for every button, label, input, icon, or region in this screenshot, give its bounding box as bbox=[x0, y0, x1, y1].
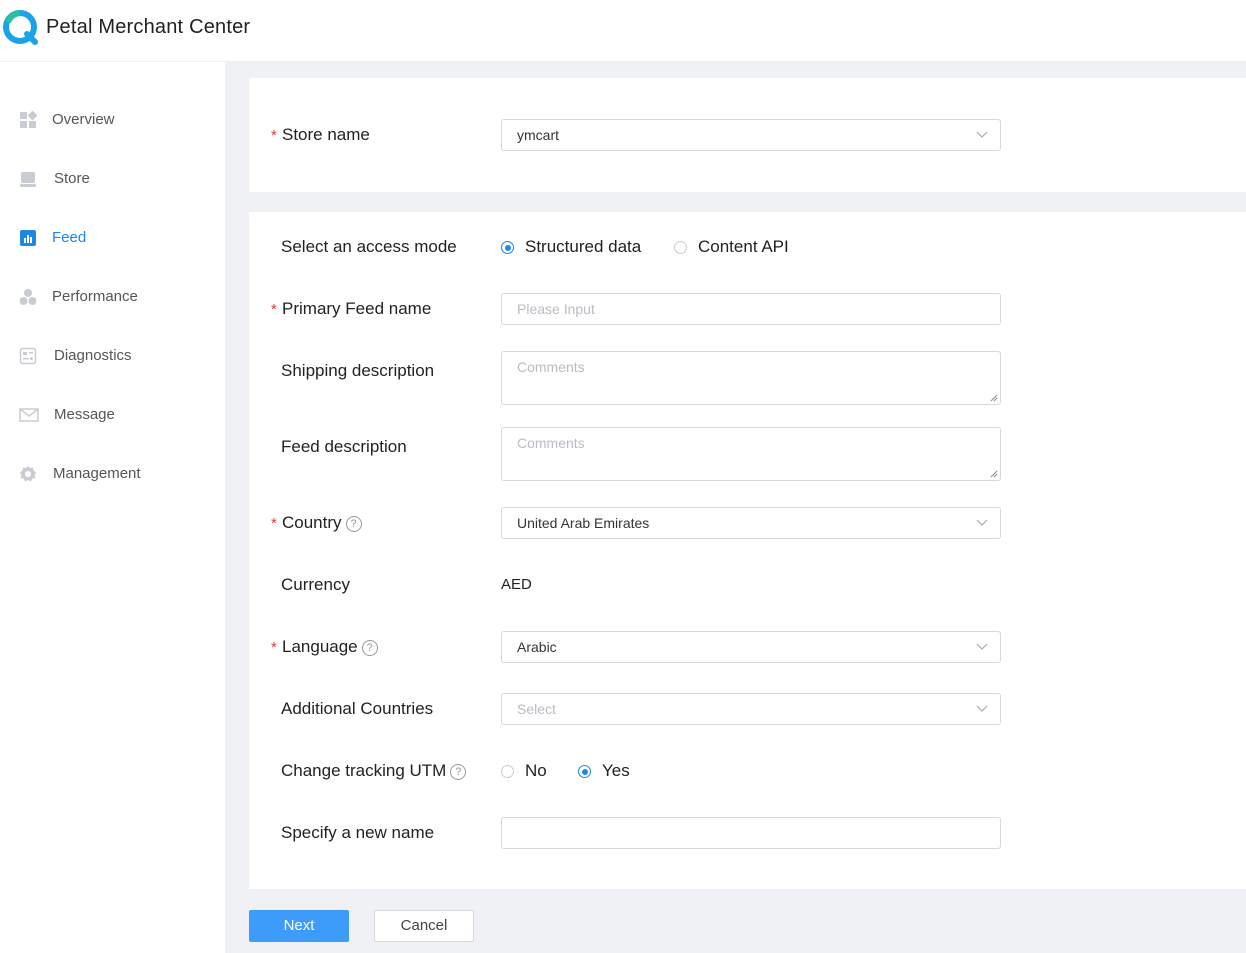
sidebar-item-feed[interactable]: Feed bbox=[0, 218, 225, 258]
store-icon bbox=[20, 172, 36, 187]
new-name-label: Specify a new name bbox=[281, 823, 435, 842]
sidebar-item-management[interactable]: Management bbox=[0, 454, 225, 494]
chevron-down-icon bbox=[976, 131, 988, 138]
radio-structured-data-label[interactable]: Structured data bbox=[525, 237, 641, 257]
diagnostics-icon bbox=[19, 347, 37, 365]
shipping-description-label: Shipping description bbox=[281, 361, 435, 380]
sidebar-item-label: Performance bbox=[52, 288, 138, 305]
primary-feed-placeholder: Please Input bbox=[517, 301, 595, 317]
primary-feed-label: Primary Feed name bbox=[282, 299, 432, 318]
language-value: Arabic bbox=[517, 639, 557, 655]
feed-description-placeholder: Comments bbox=[517, 435, 585, 451]
chevron-down-icon bbox=[976, 643, 988, 650]
store-name-select[interactable]: ymcart bbox=[501, 119, 1001, 151]
radio-structured-data[interactable] bbox=[501, 241, 514, 254]
mail-icon bbox=[19, 408, 39, 422]
sidebar-item-label: Feed bbox=[52, 229, 87, 246]
country-select[interactable]: United Arab Emirates bbox=[501, 507, 1001, 539]
feed-description-label: Feed description bbox=[281, 437, 407, 456]
utm-label: Change tracking UTM bbox=[281, 761, 447, 780]
store-name-value: ymcart bbox=[517, 127, 559, 143]
feed-form-card: Select an access mode Structured data Co… bbox=[249, 212, 1246, 889]
sidebar-item-label: Message bbox=[54, 406, 115, 423]
feed-description-textarea[interactable]: Comments bbox=[501, 427, 1001, 481]
shipping-description-textarea[interactable]: Comments bbox=[501, 351, 1001, 405]
country-label-wrap: Country? bbox=[282, 513, 362, 533]
radio-content-api-label[interactable]: Content API bbox=[698, 237, 789, 257]
new-name-input[interactable] bbox=[501, 817, 1001, 849]
resize-grip-icon[interactable] bbox=[990, 394, 998, 402]
language-label: Language bbox=[282, 637, 358, 656]
dashboard-icon bbox=[20, 111, 37, 128]
utm-label-wrap: Change tracking UTM? bbox=[281, 761, 467, 781]
sidebar-item-performance[interactable]: Performance bbox=[0, 277, 225, 317]
next-button[interactable]: Next bbox=[249, 910, 349, 942]
access-mode-label: Select an access mode bbox=[281, 237, 457, 256]
sidebar-item-store[interactable]: Store bbox=[0, 159, 225, 199]
chevron-down-icon bbox=[976, 519, 988, 526]
feed-chart-icon bbox=[20, 230, 36, 246]
radio-utm-yes-label[interactable]: Yes bbox=[602, 761, 630, 781]
currency-label: Currency bbox=[281, 575, 350, 594]
currency-value: AED bbox=[501, 576, 532, 593]
help-icon[interactable]: ? bbox=[361, 640, 378, 656]
chevron-down-icon bbox=[976, 705, 988, 712]
performance-icon bbox=[19, 289, 37, 305]
help-icon[interactable]: ? bbox=[345, 516, 362, 532]
store-name-label: Store name bbox=[282, 125, 370, 144]
gear-icon bbox=[20, 466, 36, 482]
sidebar-item-label: Store bbox=[54, 170, 90, 187]
additional-countries-select[interactable]: Select bbox=[501, 693, 1001, 725]
language-label-wrap: Language? bbox=[282, 637, 378, 657]
radio-content-api[interactable] bbox=[674, 241, 687, 254]
required-mark: * bbox=[271, 301, 277, 318]
sidebar: Overview Store Feed Performance Diagnost… bbox=[0, 62, 225, 953]
sidebar-item-overview[interactable]: Overview bbox=[0, 100, 225, 140]
language-select[interactable]: Arabic bbox=[501, 631, 1001, 663]
country-value: United Arab Emirates bbox=[517, 515, 650, 531]
additional-countries-label: Additional Countries bbox=[281, 699, 434, 718]
additional-countries-placeholder: Select bbox=[517, 701, 556, 717]
radio-utm-yes[interactable] bbox=[578, 765, 591, 778]
sidebar-item-label: Management bbox=[53, 465, 141, 482]
required-mark: * bbox=[271, 515, 277, 532]
sidebar-item-diagnostics[interactable]: Diagnostics bbox=[0, 336, 225, 376]
help-icon[interactable]: ? bbox=[450, 764, 467, 780]
required-mark: * bbox=[271, 639, 277, 656]
resize-grip-icon[interactable] bbox=[990, 470, 998, 478]
sidebar-item-label: Overview bbox=[52, 111, 115, 128]
sidebar-item-label: Diagnostics bbox=[54, 347, 132, 364]
radio-utm-no-label[interactable]: No bbox=[525, 761, 547, 781]
petal-logo-icon bbox=[3, 10, 38, 45]
primary-feed-input[interactable]: Please Input bbox=[501, 293, 1001, 325]
shipping-placeholder: Comments bbox=[517, 359, 585, 375]
required-mark: * bbox=[271, 127, 277, 144]
store-card: * Store name ymcart bbox=[249, 78, 1246, 192]
country-label: Country bbox=[282, 513, 342, 532]
top-bar: Petal Merchant Center bbox=[0, 0, 1246, 62]
cancel-button[interactable]: Cancel bbox=[374, 910, 474, 942]
radio-utm-no[interactable] bbox=[501, 765, 514, 778]
sidebar-item-message[interactable]: Message bbox=[0, 395, 225, 435]
app-title: Petal Merchant Center bbox=[46, 16, 251, 38]
